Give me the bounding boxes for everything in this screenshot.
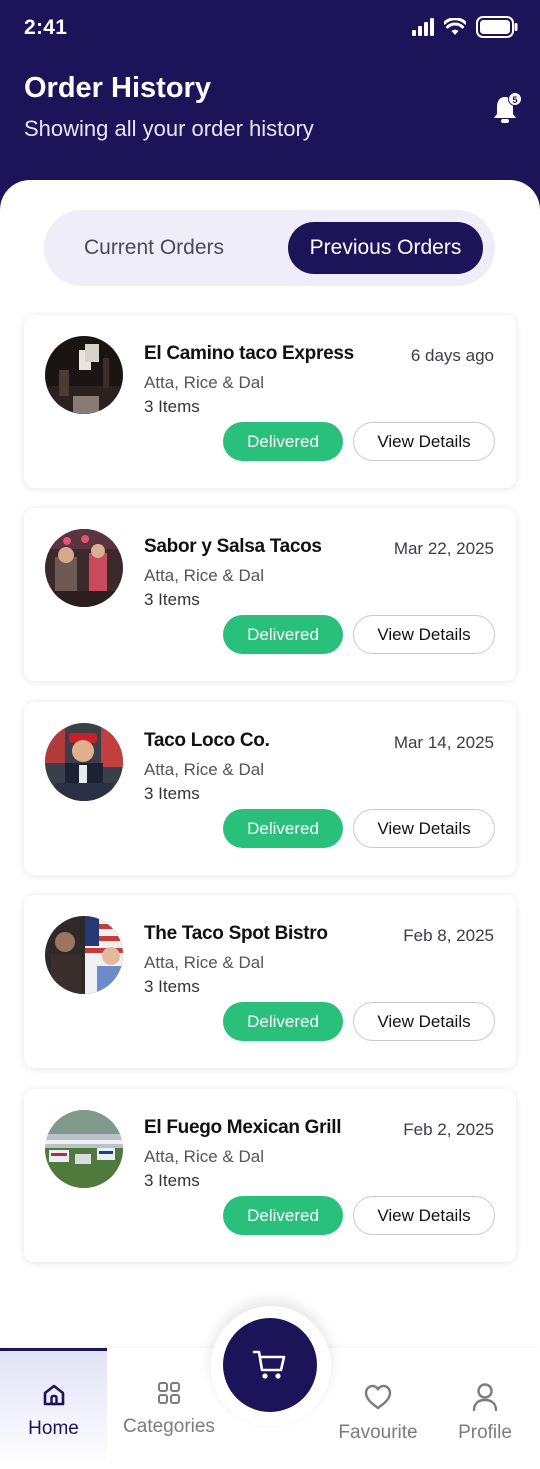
order-item-count: 3 Items — [144, 1171, 200, 1190]
battery-icon — [476, 16, 518, 43]
restaurant-avatar — [45, 336, 123, 414]
order-date: Mar 14, 2025 — [393, 733, 494, 752]
cart-button[interactable] — [223, 1318, 317, 1412]
nav-favourite-label: Favourite — [338, 1422, 418, 1443]
restaurant-avatar — [45, 1110, 123, 1188]
view-details-button[interactable]: View Details — [353, 422, 495, 461]
status-bar: 2:41 — [0, 0, 540, 60]
order-item-count: 3 Items — [144, 977, 200, 996]
order-description: Atta, Rice & Dal — [144, 760, 264, 779]
status-badge: Delivered — [223, 1196, 343, 1235]
notification-badge: 5 — [508, 92, 522, 106]
order-item-count: 3 Items — [144, 397, 200, 416]
restaurant-name: El Fuego Mexican Grill — [144, 1117, 342, 1138]
view-details-button[interactable]: View Details — [353, 1002, 495, 1041]
page-subtitle: Showing all your order history — [24, 116, 314, 141]
order-description: Atta, Rice & Dal — [144, 566, 264, 585]
order-description: Atta, Rice & Dal — [144, 953, 264, 972]
status-badge: Delivered — [223, 615, 343, 654]
order-item-count: 3 Items — [144, 784, 200, 803]
nav-home[interactable]: Home — [0, 1348, 107, 1469]
order-card[interactable]: The Taco Spot Bistro Feb 8, 2025 Atta, R… — [24, 895, 516, 1068]
home-icon — [41, 1378, 67, 1412]
wifi-icon — [443, 17, 467, 41]
order-tabs: Current Orders Previous Orders — [44, 210, 495, 286]
status-time: 2:41 — [24, 16, 68, 39]
restaurant-name: El Camino taco Express — [144, 343, 354, 364]
order-date: 6 days ago — [410, 346, 494, 365]
nav-categories-label: Categories — [123, 1416, 215, 1437]
view-details-button[interactable]: View Details — [353, 809, 495, 848]
order-date: Feb 8, 2025 — [403, 926, 494, 945]
restaurant-avatar — [45, 529, 123, 607]
restaurant-avatar — [45, 723, 123, 801]
tab-previous-orders[interactable]: Previous Orders — [288, 222, 483, 274]
nav-profile[interactable]: Profile — [440, 1348, 530, 1469]
view-details-button[interactable]: View Details — [353, 1196, 495, 1235]
order-item-count: 3 Items — [144, 590, 200, 609]
order-card[interactable]: El Camino taco Express 6 days ago Atta, … — [24, 315, 516, 488]
restaurant-name: Taco Loco Co. — [144, 730, 270, 751]
status-badge: Delivered — [223, 809, 343, 848]
restaurant-name: Sabor y Salsa Tacos — [144, 536, 322, 557]
notification-button[interactable]: 5 — [492, 92, 522, 126]
restaurant-name: The Taco Spot Bistro — [144, 923, 328, 944]
order-description: Atta, Rice & Dal — [144, 373, 264, 392]
tab-current-orders[interactable]: Current Orders — [60, 222, 248, 274]
order-card[interactable]: Sabor y Salsa Tacos Mar 22, 2025 Atta, R… — [24, 508, 516, 681]
nav-favourite[interactable]: Favourite — [328, 1348, 428, 1469]
order-description: Atta, Rice & Dal — [144, 1147, 264, 1166]
order-card[interactable]: El Fuego Mexican Grill Feb 2, 2025 Atta,… — [24, 1089, 516, 1262]
heart-icon — [363, 1380, 393, 1414]
restaurant-avatar — [45, 916, 123, 994]
grid-icon — [156, 1376, 182, 1410]
order-date: Mar 22, 2025 — [393, 539, 494, 558]
signal-icon — [412, 18, 434, 41]
status-badge: Delivered — [223, 1002, 343, 1041]
status-badge: Delivered — [223, 422, 343, 461]
status-icons — [412, 16, 518, 43]
nav-home-label: Home — [28, 1418, 79, 1439]
nav-profile-label: Profile — [458, 1422, 512, 1443]
cart-icon — [252, 1350, 286, 1379]
view-details-button[interactable]: View Details — [353, 615, 495, 654]
user-icon — [471, 1380, 499, 1414]
order-date: Feb 2, 2025 — [403, 1120, 494, 1139]
page-title: Order History — [24, 72, 211, 104]
header: Order History Showing all your order his… — [0, 60, 540, 190]
order-card[interactable]: Taco Loco Co. Mar 14, 2025 Atta, Rice & … — [24, 702, 516, 875]
